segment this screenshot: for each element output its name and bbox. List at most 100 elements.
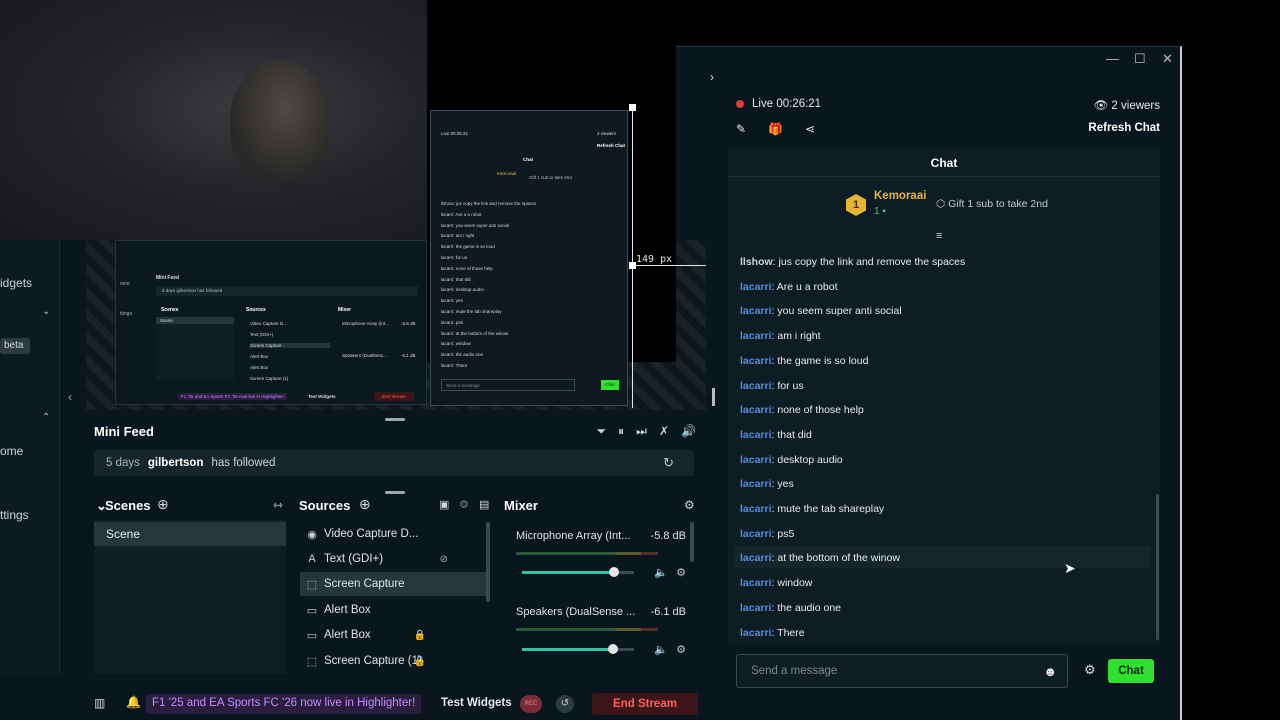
resize-handle-mid[interactable] xyxy=(629,262,636,269)
scene-item[interactable]: Scene xyxy=(94,522,286,546)
chat-username[interactable]: lacarri xyxy=(740,602,772,614)
pause-icon[interactable]: ⏸ xyxy=(618,424,624,439)
chat-username[interactable]: lacarri xyxy=(740,478,772,490)
divider xyxy=(728,176,1160,177)
source-folder-icon[interactable]: ▤ xyxy=(479,498,489,511)
panel-resize-handle[interactable] xyxy=(712,388,715,406)
chat-username[interactable]: lacarri xyxy=(740,454,772,466)
volume-slider-knob[interactable] xyxy=(609,567,619,577)
collapse-leaderboard-icon[interactable]: ≡ xyxy=(936,230,942,242)
volume-slider-knob[interactable] xyxy=(608,644,618,654)
stats-icon[interactable]: ▥ xyxy=(94,696,105,710)
chevron-down-icon[interactable]: ⌄ xyxy=(42,306,50,317)
mixer-scrollbar[interactable] xyxy=(690,522,694,562)
gift-sub-cta[interactable]: ⬡ Gift 1 sub to take 2nd xyxy=(936,198,1048,210)
mixer-channel-tools: 🔈 ⚙ xyxy=(654,643,686,656)
edit-icon[interactable]: ✎ xyxy=(736,122,746,136)
volume-icon[interactable]: 🔊 xyxy=(681,424,696,439)
chat-username[interactable]: lacarri xyxy=(740,503,772,515)
close-button[interactable]: ✕ xyxy=(1162,51,1173,67)
visibility-off-icon[interactable]: ⊘ xyxy=(440,554,448,565)
chat-scrollbar[interactable] xyxy=(1156,494,1159,640)
nested-chat-line: lacarri: mute the tab shareplay xyxy=(441,309,502,314)
add-scene-icon[interactable]: ⊕ xyxy=(157,496,169,513)
mixer-channel-db: -5.8 dB xyxy=(650,530,686,542)
mixer-settings-icon[interactable]: ⚙ xyxy=(684,498,695,512)
mute-icon[interactable]: 🔈 xyxy=(654,643,668,656)
chat-username[interactable]: lacarri xyxy=(740,330,772,342)
nav-widgets[interactable]: idgets xyxy=(0,276,32,290)
chevron-right-icon[interactable]: › xyxy=(710,70,714,84)
maximize-button[interactable]: ☐ xyxy=(1134,51,1146,67)
promo-banner[interactable]: F1 '25 and EA Sports FC '26 now live in … xyxy=(146,694,422,714)
nested-src-4: Alert Box xyxy=(250,365,269,370)
nested-scenes-panel: Scene xyxy=(156,317,234,381)
source-item[interactable]: ⬚ Screen Capture (1) 🔒 xyxy=(300,649,488,673)
chat-username[interactable]: lacarri xyxy=(740,404,772,416)
chat-username[interactable]: lacarri xyxy=(740,627,772,639)
source-item[interactable]: ▭ Alert Box 🔒 xyxy=(300,623,488,647)
source-item[interactable]: A Text (GDI+) ⊘ xyxy=(300,547,488,571)
chat-text: : yes xyxy=(771,478,794,491)
chat-username[interactable]: lacarri xyxy=(740,305,772,317)
channel-settings-icon[interactable]: ⚙ xyxy=(676,566,686,579)
live-dot-icon xyxy=(736,100,744,108)
nested-chat-line: lacarri: desktop audio xyxy=(441,287,484,293)
chevron-left-icon[interactable]: ‹ xyxy=(68,390,72,404)
lock-icon[interactable]: 🔒 xyxy=(414,656,426,667)
chat-text: : the game is so loud xyxy=(771,354,869,367)
chat-username[interactable]: lacarri xyxy=(740,380,772,392)
chat-username[interactable]: lacarri xyxy=(740,281,772,293)
feed-user: gilbertson xyxy=(147,457,204,469)
mute-alerts-icon[interactable]: ✗ xyxy=(659,424,669,439)
nav-settings[interactable]: ttings xyxy=(0,508,29,522)
chat-username[interactable]: lacarri xyxy=(740,355,772,367)
source-item[interactable]: ◉ Video Capture D... xyxy=(300,522,488,546)
chat-text: : There xyxy=(771,626,805,639)
chat-settings-icon[interactable]: ⚙ xyxy=(1084,662,1096,678)
refresh-chat-button[interactable]: Refresh Chat xyxy=(1088,122,1160,134)
chat-username[interactable]: lacarri xyxy=(740,577,772,589)
feed-entry: 5 days gilbertson has followed ↻ xyxy=(94,450,694,476)
chat-username[interactable]: lacarri xyxy=(740,528,772,540)
scene-transitions-icon[interactable]: ⇿ xyxy=(273,498,283,512)
eye-icon: 👁 xyxy=(1093,100,1109,112)
live-label: Live xyxy=(752,98,774,110)
filter-icon[interactable]: ⏷ xyxy=(597,424,607,439)
message-input[interactable] xyxy=(737,655,1017,687)
record-button[interactable]: REC xyxy=(520,695,542,713)
source-item-selected[interactable]: ⬚ Screen Capture xyxy=(300,572,488,596)
emoji-icon[interactable]: ☻ xyxy=(1043,664,1057,679)
minimize-button[interactable]: — xyxy=(1106,51,1119,67)
chat-username[interactable]: llshow xyxy=(740,256,773,268)
top-supporter-name[interactable]: Kemoraai xyxy=(874,190,926,202)
send-chat-button[interactable]: Chat xyxy=(1108,659,1154,683)
sources-title: Sources xyxy=(299,498,351,513)
resize-handle-top[interactable] xyxy=(629,104,636,111)
chevron-up-icon[interactable]: ⌃ xyxy=(42,412,50,423)
notifications-icon[interactable]: 🔔 xyxy=(126,695,141,709)
test-widgets-button[interactable]: Test Widgets xyxy=(441,697,512,709)
mouse-cursor-icon: ➤ xyxy=(1064,560,1076,576)
mute-icon[interactable]: 🔈 xyxy=(654,566,668,579)
source-group-icon[interactable]: ▣ xyxy=(439,498,449,511)
lock-icon[interactable]: 🔒 xyxy=(414,630,426,641)
drag-handle-bottom[interactable] xyxy=(385,491,405,494)
share-icon[interactable]: ⋖ xyxy=(805,122,815,136)
channel-settings-icon[interactable]: ⚙ xyxy=(676,643,686,656)
chat-username[interactable]: lacarri xyxy=(740,429,772,441)
sources-scrollbar[interactable] xyxy=(486,522,490,602)
chat-username[interactable]: lacarri xyxy=(740,552,772,564)
replay-icon[interactable]: ↻ xyxy=(663,455,674,471)
end-stream-button[interactable]: End Stream xyxy=(592,693,698,715)
nav-home[interactable]: ome xyxy=(0,444,23,458)
skip-icon[interactable]: ⏭ xyxy=(636,424,647,439)
add-source-icon[interactable]: ⊕ xyxy=(359,496,371,513)
source-item[interactable]: ▭ Alert Box xyxy=(300,598,488,622)
replay-buffer-icon[interactable]: ↺ xyxy=(556,695,574,713)
source-filter-icon[interactable]: ⚙ xyxy=(459,498,469,511)
send-message-field[interactable]: ☻ xyxy=(736,654,1068,688)
beta-badge: beta xyxy=(0,338,30,354)
nested-settings: ttings xyxy=(120,311,132,317)
gift-icon[interactable]: 🎁 xyxy=(768,122,783,136)
